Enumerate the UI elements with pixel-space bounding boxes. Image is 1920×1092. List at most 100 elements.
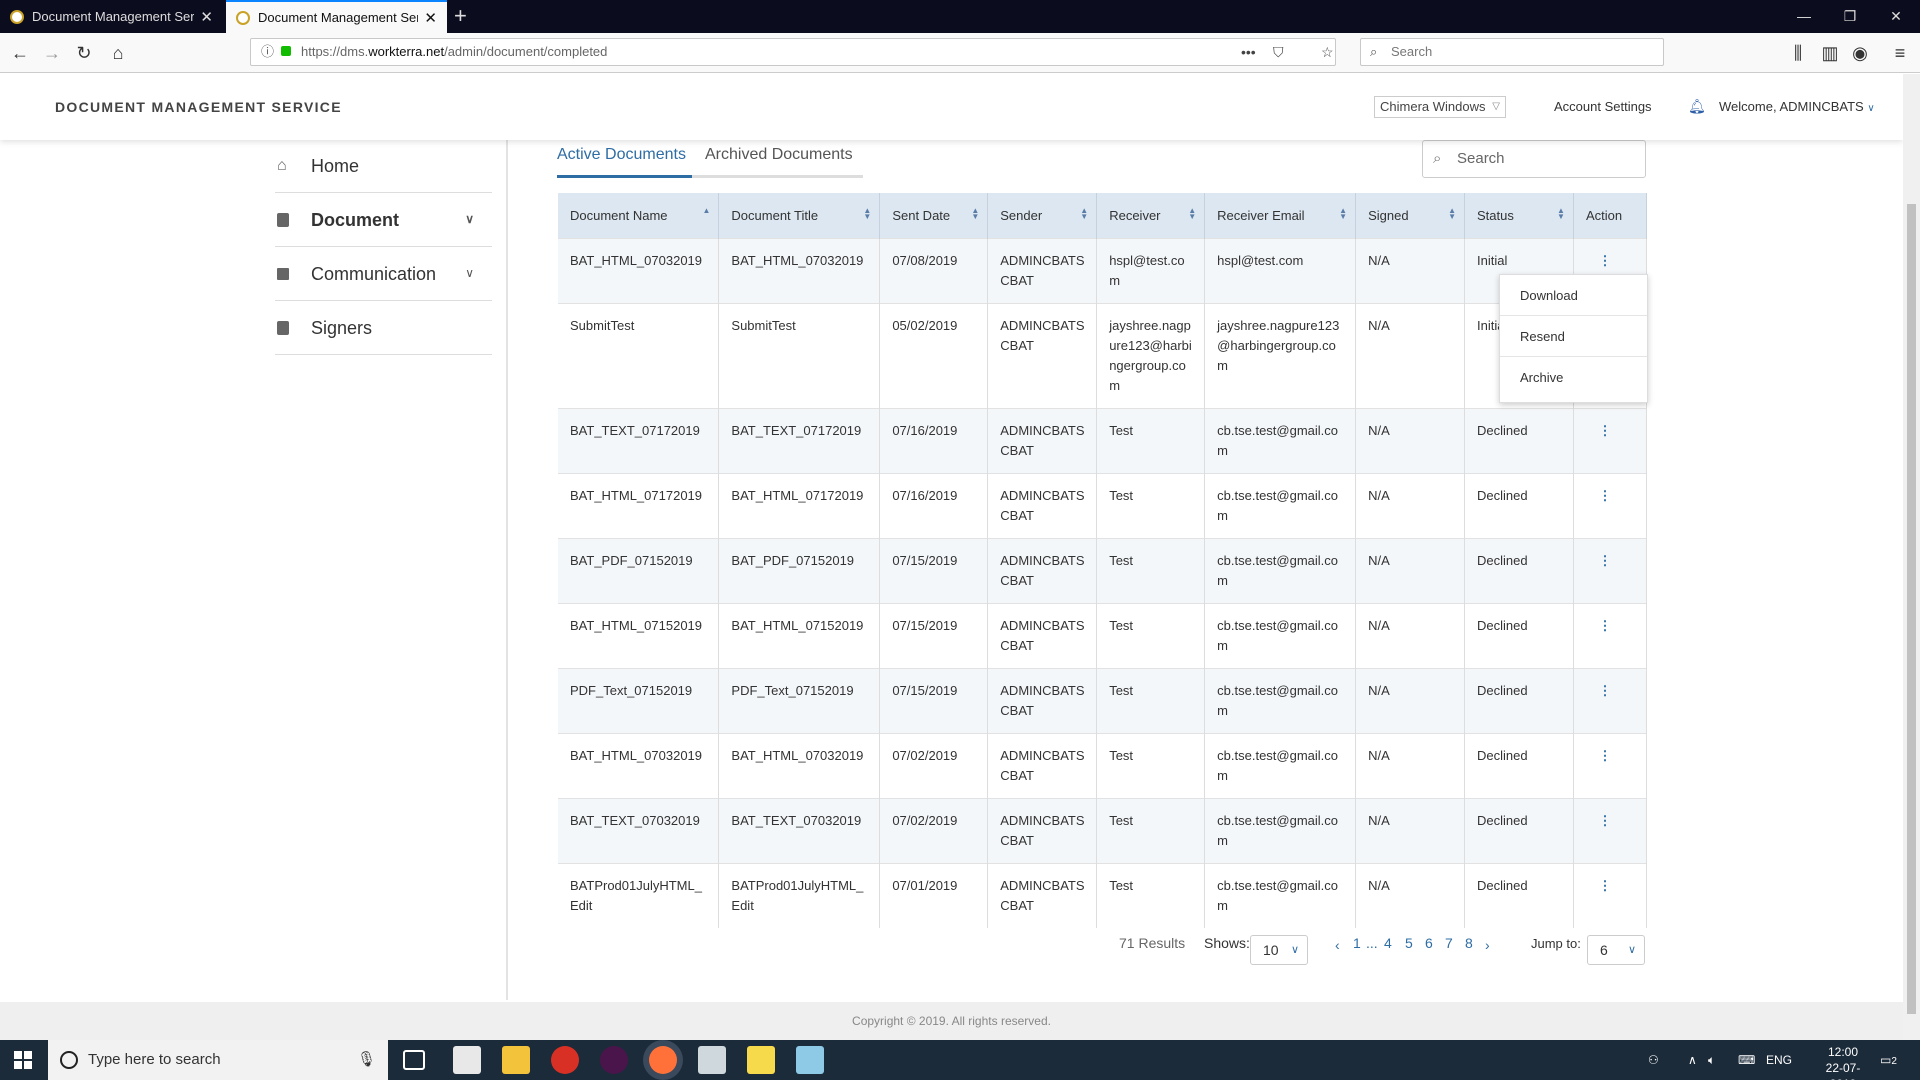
chevron-down-icon: ∨ xyxy=(1290,944,1299,956)
menu-item-archive[interactable]: Archive xyxy=(1500,357,1647,398)
tab-archived-documents[interactable]: Archived Documents xyxy=(705,146,853,164)
tray-chevron-icon[interactable]: ∧ xyxy=(1688,1040,1697,1080)
row-action-kebab-icon[interactable]: ⋮ xyxy=(1573,797,1648,863)
mail-app-icon[interactable] xyxy=(453,1046,481,1074)
message-icon xyxy=(277,268,289,280)
new-tab-icon[interactable]: + xyxy=(454,3,467,29)
chrome-icon[interactable] xyxy=(551,1046,579,1074)
minimize-icon[interactable]: — xyxy=(1781,0,1827,33)
column-header[interactable]: Receiver Email ▲ ▼ xyxy=(1204,193,1357,238)
account-settings-link[interactable]: Account Settings xyxy=(1554,99,1652,114)
home-icon[interactable]: ⌂ xyxy=(106,41,130,65)
chevron-down-icon: ▽ xyxy=(1492,101,1500,112)
browser-search-input[interactable]: ⌕ Search xyxy=(1360,38,1664,66)
prev-page-icon[interactable]: ‹ xyxy=(1335,937,1340,953)
column-header[interactable]: Document Title ▲ ▼ xyxy=(718,193,881,238)
column-header[interactable]: Sender ▲ ▼ xyxy=(987,193,1098,238)
url-bar[interactable]: ⓘ https://dms.workterra.net/admin/docume… xyxy=(250,38,1336,66)
language-indicator[interactable]: ENG xyxy=(1766,1040,1792,1080)
jump-to-select[interactable]: 6 ∨ xyxy=(1587,935,1645,965)
keyboard-icon[interactable]: ⌨ xyxy=(1738,1040,1755,1080)
bell-icon[interactable]: 🔔︎ xyxy=(1688,98,1706,115)
menu-item-download[interactable]: Download xyxy=(1500,275,1647,316)
sidebar-item-signers[interactable]: Signers xyxy=(275,302,492,355)
info-icon[interactable]: ⓘ xyxy=(261,39,274,65)
sidebar-toggle-icon[interactable]: ▥ xyxy=(1818,41,1842,65)
close-window-icon[interactable]: ✕ xyxy=(1873,0,1919,33)
tab-active-documents[interactable]: Active Documents xyxy=(557,146,692,178)
column-header[interactable]: Signed ▲ ▼ xyxy=(1355,193,1466,238)
sort-asc-icon: ▲ xyxy=(702,206,711,215)
sidebar-item-communication[interactable]: Communication ∨ xyxy=(275,248,492,301)
page-6[interactable]: 6 xyxy=(1425,935,1433,951)
cell-signed: N/A xyxy=(1355,407,1466,473)
notepad-icon[interactable] xyxy=(796,1046,824,1074)
row-action-kebab-icon[interactable]: ⋮ xyxy=(1573,862,1648,928)
account-icon[interactable]: ◉ xyxy=(1848,41,1872,65)
page-size-select[interactable]: 10 ∨ xyxy=(1250,935,1308,965)
file-explorer-icon[interactable] xyxy=(502,1046,530,1074)
windows-start-icon[interactable] xyxy=(14,1051,32,1069)
column-header[interactable]: Sent Date ▲ ▼ xyxy=(879,193,989,238)
sidebar-item-home[interactable]: ⌂ Home xyxy=(275,140,492,193)
row-action-kebab-icon[interactable]: ⋮ xyxy=(1573,537,1648,603)
taskbar-search-input[interactable]: Type here to search 🎙︎ xyxy=(48,1040,388,1080)
pocket-icon[interactable]: ⛉ xyxy=(1273,39,1284,65)
menu-item-resend[interactable]: Resend xyxy=(1500,316,1647,357)
row-action-kebab-icon[interactable]: ⋮ xyxy=(1573,732,1648,798)
forward-icon[interactable]: → xyxy=(40,41,64,65)
menu-icon[interactable]: ≡ xyxy=(1888,41,1912,65)
column-label: Receiver xyxy=(1109,207,1161,223)
sort-icon: ▲ ▼ xyxy=(1339,206,1348,221)
close-tab-icon[interactable]: ✕ xyxy=(424,9,437,27)
next-page-icon[interactable]: › xyxy=(1485,937,1490,953)
browser-tab-1[interactable]: Document Management Servic ✕ xyxy=(0,0,223,33)
people-icon[interactable]: ⚇ xyxy=(1648,1040,1659,1080)
document-icon xyxy=(277,213,289,227)
back-icon[interactable]: ← xyxy=(8,41,32,65)
sidebar-item-document[interactable]: Document ∨ xyxy=(275,194,492,247)
page-1[interactable]: 1 xyxy=(1353,935,1361,951)
row-action-kebab-icon[interactable]: ⋮ xyxy=(1573,407,1648,473)
table-search-input[interactable]: ⌕ Search xyxy=(1422,140,1646,178)
column-header[interactable]: Document Name ▲ xyxy=(558,193,720,238)
clock[interactable]: 12:00 22-07-2019 xyxy=(1818,1044,1868,1092)
sticky-notes-icon[interactable] xyxy=(747,1046,775,1074)
home-icon: ⌂ xyxy=(277,157,287,174)
page-scrollbar[interactable] xyxy=(1903,74,1920,1040)
reload-icon[interactable]: ↻ xyxy=(72,41,96,65)
column-header[interactable]: Status ▲ ▼ xyxy=(1464,193,1574,238)
page-5[interactable]: 5 xyxy=(1405,935,1413,951)
cell-status: Declined xyxy=(1464,407,1574,473)
firefox-icon[interactable] xyxy=(649,1046,677,1074)
browser-search-placeholder: Search xyxy=(1391,44,1433,59)
row-action-kebab-icon[interactable]: ⋮ xyxy=(1573,667,1648,733)
taskbar-search-placeholder: Type here to search xyxy=(88,1051,221,1068)
photos-icon[interactable] xyxy=(698,1046,726,1074)
scrollbar-thumb[interactable] xyxy=(1907,204,1916,1014)
page-8[interactable]: 8 xyxy=(1465,935,1473,951)
library-icon[interactable]: ⫼ xyxy=(1786,41,1810,65)
close-tab-icon[interactable]: ✕ xyxy=(200,8,213,26)
welcome-user-menu[interactable]: Welcome, ADMINCBATS ∨ xyxy=(1719,99,1875,114)
page-actions-icon[interactable]: ••• xyxy=(1241,39,1256,65)
notification-icon[interactable]: ▭2 xyxy=(1880,1040,1897,1082)
row-action-kebab-icon[interactable]: ⋮ xyxy=(1573,602,1648,668)
maximize-icon[interactable]: ❐ xyxy=(1827,0,1873,33)
cell-status: Declined xyxy=(1464,862,1574,928)
slack-icon[interactable] xyxy=(600,1046,628,1074)
cell-doc-title: BAT_HTML_07172019 xyxy=(718,472,881,538)
page-7[interactable]: 7 xyxy=(1445,935,1453,951)
volume-icon[interactable]: 🔈︎ xyxy=(1708,1040,1715,1080)
column-header[interactable]: Receiver ▲ ▼ xyxy=(1096,193,1206,238)
microphone-icon[interactable]: 🎙︎ xyxy=(357,1040,376,1080)
bookmark-star-icon[interactable]: ☆ xyxy=(1321,39,1334,65)
cell-doc-title: BAT_TEXT_07032019 xyxy=(718,797,881,863)
task-view-icon[interactable] xyxy=(403,1050,425,1070)
row-action-kebab-icon[interactable]: ⋮ xyxy=(1573,472,1648,538)
browser-tab-2[interactable]: Document Management Servic ✕ xyxy=(226,0,447,33)
page-4[interactable]: 4 xyxy=(1384,935,1392,951)
cell-doc-title: BAT_HTML_07032019 xyxy=(718,732,881,798)
cell-doc-title: SubmitTest xyxy=(718,302,881,408)
company-select[interactable]: Chimera Windows ▽ xyxy=(1374,96,1506,118)
